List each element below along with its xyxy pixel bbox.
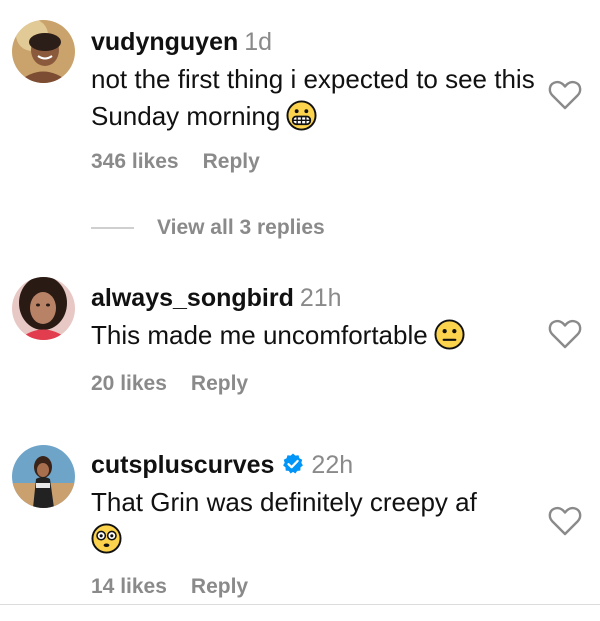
neutral-face-icon (434, 319, 465, 350)
username[interactable]: cutspluscurves (91, 451, 274, 479)
comment-actions: 20 likes Reply (91, 372, 248, 396)
view-replies-label: View all 3 replies (157, 216, 325, 239)
likes-count[interactable]: 346 likes (91, 150, 179, 173)
comment-text-container: This made me uncomfortable (91, 317, 541, 354)
avatar[interactable] (12, 277, 75, 340)
avatar[interactable] (12, 445, 75, 508)
view-replies-button[interactable]: View all 3 replies (91, 216, 325, 240)
comment-text: That Grin was definitely creepy af (91, 487, 477, 517)
comment-actions: 14 likes Reply (91, 575, 248, 599)
verified-badge-icon (281, 452, 305, 476)
reply-button[interactable]: Reply (191, 575, 248, 598)
replies-divider (91, 227, 134, 230)
username[interactable]: vudynguyen (91, 28, 238, 56)
grimacing-face-icon (286, 100, 317, 131)
reply-button[interactable]: Reply (203, 150, 260, 173)
likes-count[interactable]: 14 likes (91, 575, 167, 598)
heart-outline-icon[interactable] (548, 505, 582, 537)
likes-count[interactable]: 20 likes (91, 372, 167, 395)
comment-actions: 346 likes Reply (91, 150, 260, 174)
heart-outline-icon[interactable] (548, 318, 582, 350)
section-divider (0, 604, 600, 605)
reply-button[interactable]: Reply (191, 372, 248, 395)
avatar[interactable] (12, 20, 75, 83)
timestamp: 21h (299, 284, 342, 312)
flushed-face-icon (91, 523, 122, 554)
comment-text-container: That Grin was definitely creepy af (91, 484, 541, 558)
username[interactable]: always_songbird (91, 284, 294, 312)
comment-text-container: not the first thing i expected to see th… (91, 61, 541, 135)
heart-outline-icon[interactable] (548, 79, 582, 111)
timestamp: 22h (311, 451, 354, 479)
timestamp: 1d (244, 28, 273, 56)
comment-text: This made me uncomfortable (91, 320, 428, 350)
